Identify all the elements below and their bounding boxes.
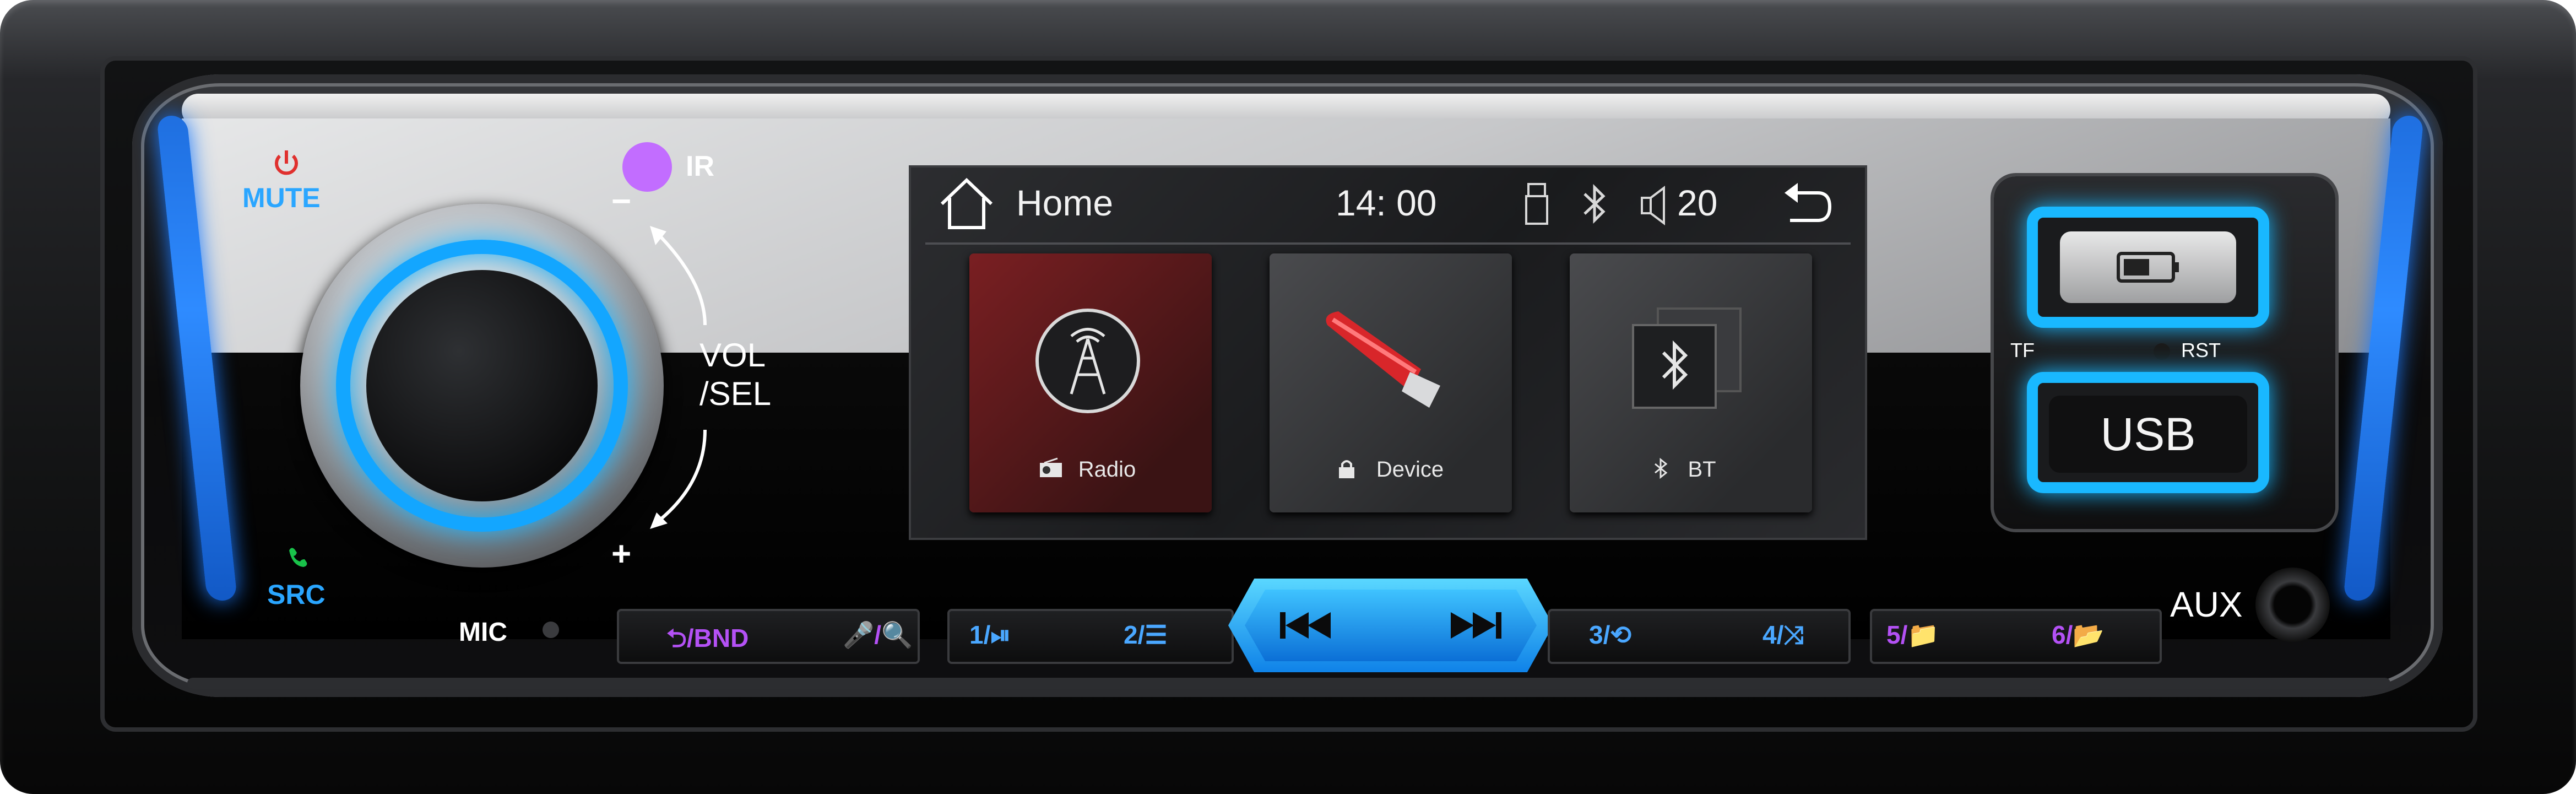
volume-level: 20 — [1677, 182, 1718, 223]
battery-icon — [2115, 248, 2181, 287]
bnd-label: ⮌/BND — [666, 624, 749, 652]
power-icon[interactable] — [270, 146, 303, 179]
next-track-icon[interactable] — [1449, 609, 1504, 642]
home-label[interactable]: Home — [1016, 182, 1113, 224]
preset-6-label: 6/📂 — [2052, 620, 2105, 649]
mic-hole — [543, 622, 559, 638]
tf-label: TF — [2010, 339, 2035, 361]
preset-4-label: 4/⤨ — [1762, 620, 1804, 649]
src-label[interactable]: SRC — [267, 579, 326, 611]
ir-label: IR — [686, 150, 714, 182]
bluetooth-card-icon — [1625, 303, 1746, 413]
rst-label: RST — [2181, 339, 2221, 361]
knob-center[interactable] — [366, 270, 598, 501]
usb-stick-icon — [1523, 182, 1550, 226]
tile-device-label: Device — [1376, 457, 1444, 482]
bluetooth-icon — [1578, 182, 1611, 226]
bottom-rail — [187, 678, 2390, 689]
preset-2-label: 2/☰ — [1124, 620, 1168, 649]
mic-label: MIC — [459, 618, 507, 647]
previous-track-icon[interactable] — [1278, 609, 1333, 642]
usb-port-label: USB — [2049, 396, 2247, 473]
preset-1-label: 1/⏯ — [969, 620, 1011, 649]
aux-jack[interactable] — [2255, 568, 2330, 642]
back-icon[interactable] — [1779, 176, 1834, 231]
aux-label: AUX — [2170, 585, 2243, 624]
radio-tower-icon — [1033, 306, 1143, 416]
status-divider — [925, 242, 1851, 245]
tile-bt-label: BT — [1688, 457, 1716, 482]
vol-label: VOL — [699, 337, 766, 374]
clock-time: 14: 00 — [1336, 182, 1437, 223]
tile-radio-label: Radio — [1078, 457, 1136, 482]
phone-icon[interactable] — [284, 543, 311, 570]
usb-drive-icon — [1316, 303, 1465, 413]
preset-3-label: 3/⟲ — [1589, 620, 1631, 649]
preset-5-label: 5/📁 — [1886, 620, 1939, 649]
home-icon[interactable] — [936, 174, 997, 234]
speaker-icon — [1639, 185, 1677, 226]
reset-hole[interactable] — [2154, 343, 2170, 360]
mic-search-label: 🎤/🔍 — [843, 620, 913, 649]
mute-label[interactable]: MUTE — [242, 182, 321, 214]
sel-label: /SEL — [699, 375, 772, 412]
